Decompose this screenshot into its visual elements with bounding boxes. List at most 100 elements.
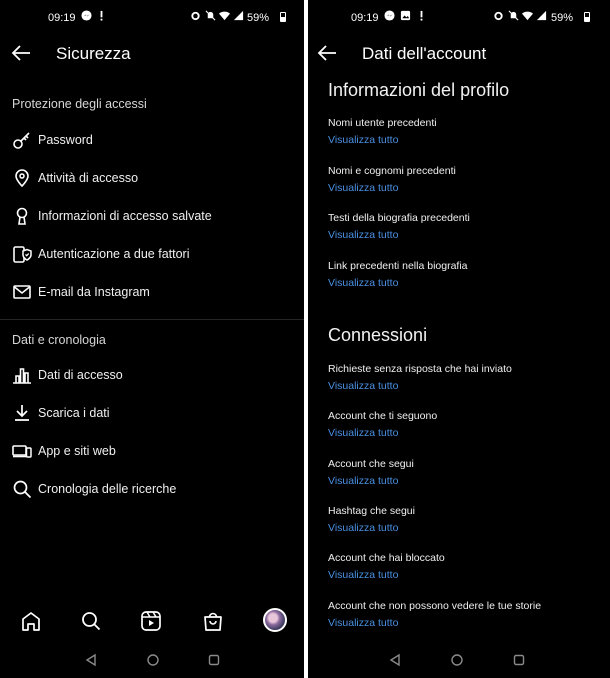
keyhole-icon (16, 207, 28, 225)
list-item: Hashtag che segui Visualizza tutto (328, 505, 598, 535)
home-icon[interactable] (20, 610, 42, 632)
view-all-link[interactable]: Visualizza tutto (328, 277, 598, 290)
view-all-link[interactable]: Visualizza tutto (328, 229, 598, 242)
view-all-link[interactable]: Visualizza tutto (328, 522, 598, 535)
battery-percent: 59% (551, 12, 574, 24)
section-divider (0, 319, 304, 320)
profile-info-heading: Informazioni del profilo (328, 80, 510, 100)
wifi-icon (219, 11, 230, 21)
bottom-nav (0, 600, 304, 644)
list-item: Link precedenti nella biografia Visualiz… (328, 260, 598, 290)
mail-icon (13, 285, 31, 299)
security-screen: 09:19 59% Sicurezza Protezione degli acc… (0, 0, 304, 678)
menu-item-apps-websites[interactable]: App e siti web (12, 440, 292, 464)
menu-item-saved-login-info[interactable]: Informazioni di accesso salvate (12, 205, 292, 229)
profile-avatar[interactable] (263, 608, 287, 632)
menu-item-label: E-mail da Instagram (38, 285, 150, 299)
back-triangle-icon[interactable] (84, 653, 98, 667)
menu-item-download-data[interactable]: Scarica i dati (12, 402, 292, 426)
search-icon (13, 480, 32, 499)
view-all-link[interactable]: Visualizza tutto (328, 617, 598, 630)
list-item: Account che ti seguono Visualizza tutto (328, 410, 598, 440)
home-circle-icon[interactable] (450, 653, 464, 667)
search-icon[interactable] (80, 610, 102, 632)
view-all-link[interactable]: Visualizza tutto (328, 569, 598, 582)
status-bar: 09:19 59% (308, 0, 610, 34)
menu-item-label: Dati di accesso (38, 368, 123, 382)
header: Sicurezza (0, 34, 304, 74)
item-label: Nomi e cognomi precedenti (328, 165, 456, 177)
menu-item-label: Attività di accesso (38, 171, 139, 185)
menu-item-label: Autenticazione a due fattori (38, 247, 190, 261)
item-label: Account che segui (328, 458, 414, 470)
battery-icon (584, 12, 590, 22)
alarm-icon (191, 11, 200, 21)
item-label: Account che ti seguono (328, 410, 438, 422)
devices-icon (12, 445, 32, 458)
wifi-icon (522, 11, 533, 21)
recents-square-icon[interactable] (207, 653, 221, 667)
account-data-screen: 09:19 59% Dati dell'account Informazioni… (308, 0, 610, 678)
item-label: Link precedenti nella biografia (328, 260, 468, 272)
menu-item-access-data[interactable]: Dati di accesso (12, 364, 292, 388)
menu-item-label: Scarica i dati (38, 406, 110, 420)
menu-item-login-activity[interactable]: Attività di accesso (12, 167, 292, 191)
back-triangle-icon[interactable] (388, 653, 402, 667)
home-circle-icon[interactable] (146, 653, 160, 667)
back-arrow-icon[interactable] (10, 42, 32, 64)
mute-icon (205, 10, 216, 21)
location-pin-icon (15, 169, 29, 188)
status-bar: 09:19 59% (0, 0, 304, 34)
view-all-link[interactable]: Visualizza tutto (328, 380, 598, 393)
item-label: Account che hai bloccato (328, 552, 445, 564)
menu-item-search-history[interactable]: Cronologia delle ricerche (12, 478, 292, 502)
status-time: 09:19 (351, 12, 379, 24)
alert-icon (420, 10, 423, 21)
menu-item-two-factor-auth[interactable]: Autenticazione a due fattori (12, 243, 292, 267)
key-icon (13, 132, 30, 149)
list-item: Richieste senza risposta che hai inviato… (328, 363, 598, 393)
reels-icon[interactable] (140, 610, 162, 632)
signal-icon (233, 10, 244, 21)
section-label-data-history: Dati e cronologia (12, 333, 106, 347)
section-label-access-protection: Protezione degli accessi (12, 97, 147, 111)
page-title: Dati dell'account (362, 44, 487, 63)
messenger-icon (384, 10, 395, 21)
recents-square-icon[interactable] (512, 653, 526, 667)
view-all-link[interactable]: Visualizza tutto (328, 427, 598, 440)
menu-item-label: Password (38, 133, 93, 147)
menu-item-password[interactable]: Password (12, 129, 292, 153)
item-label: Account che non possono vedere le tue st… (328, 600, 542, 612)
messenger-icon (81, 10, 92, 21)
system-nav-bar (308, 644, 610, 678)
view-all-link[interactable]: Visualizza tutto (328, 182, 598, 195)
item-label: Hashtag che segui (328, 505, 415, 517)
battery-icon (280, 12, 286, 22)
list-item: Nomi utente precedenti Visualizza tutto (328, 117, 598, 147)
list-item: Account che non possono vedere le tue st… (328, 600, 598, 630)
header: Dati dell'account (308, 34, 610, 74)
alarm-icon (494, 11, 503, 21)
list-item: Testi della biografia precedenti Visuali… (328, 212, 598, 242)
list-item: Nomi e cognomi precedenti Visualizza tut… (328, 165, 598, 195)
connections-heading: Connessioni (328, 325, 428, 345)
system-nav-bar (0, 644, 304, 678)
back-arrow-icon[interactable] (316, 42, 338, 64)
view-all-link[interactable]: Visualizza tutto (328, 134, 598, 147)
gallery-icon (400, 10, 411, 21)
shop-bag-icon[interactable] (202, 610, 224, 632)
bar-chart-icon (13, 368, 31, 384)
list-item: Account che hai bloccato Visualizza tutt… (328, 552, 598, 582)
menu-item-instagram-email[interactable]: E-mail da Instagram (12, 281, 292, 305)
page-title: Sicurezza (56, 44, 131, 63)
view-all-link[interactable]: Visualizza tutto (328, 475, 598, 488)
download-icon (15, 405, 29, 421)
two-factor-shield-icon (13, 246, 32, 263)
alert-icon (100, 10, 103, 21)
status-time: 09:19 (48, 12, 76, 24)
item-label: Richieste senza risposta che hai inviato (328, 363, 512, 375)
item-label: Testi della biografia precedenti (328, 212, 470, 224)
item-label: Nomi utente precedenti (328, 117, 437, 129)
menu-item-label: App e siti web (38, 444, 116, 458)
signal-icon (536, 10, 547, 21)
